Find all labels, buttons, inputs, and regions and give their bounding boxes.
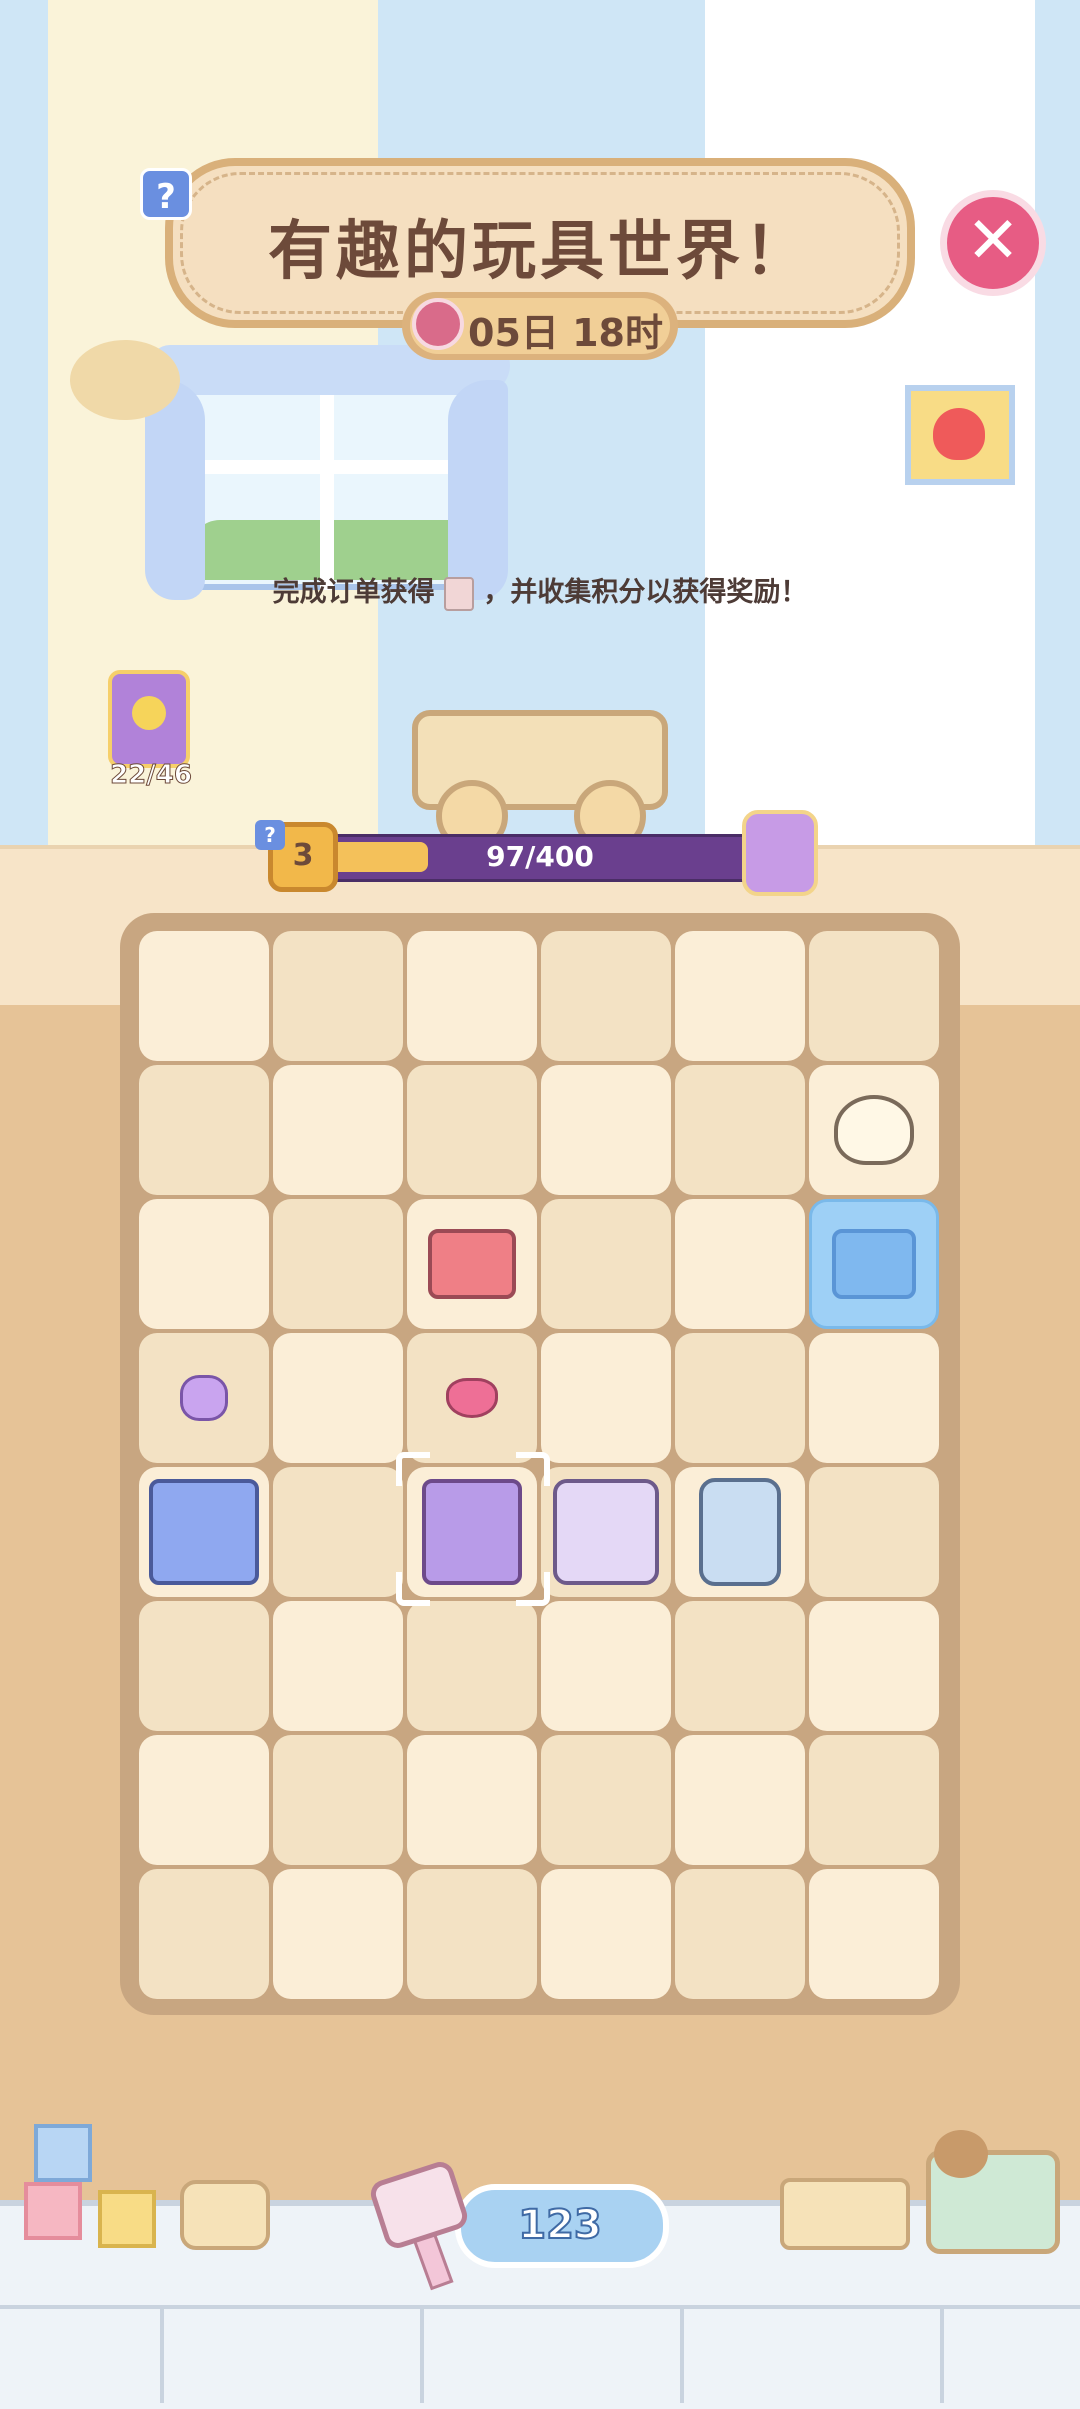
board-cell[interactable]	[273, 1467, 403, 1597]
points-progress-text: 97/400	[486, 840, 594, 873]
apple-icon	[933, 408, 985, 460]
help-button[interactable]: ?	[140, 168, 192, 220]
board-cell[interactable]	[273, 1601, 403, 1731]
board-cell[interactable]	[273, 1199, 403, 1329]
board-cell[interactable]	[675, 1065, 805, 1195]
selection-corner	[516, 1452, 550, 1486]
tile-line	[940, 2305, 944, 2403]
board-cell[interactable]	[273, 1869, 403, 1999]
hammer-currency-count: 123	[517, 2201, 603, 2249]
board-cell[interactable]	[675, 1199, 805, 1329]
tile-line	[420, 2305, 424, 2403]
board-cell[interactable]	[273, 1333, 403, 1463]
selection-corner	[516, 1572, 550, 1606]
selection-corner	[396, 1572, 430, 1606]
toy-block-a-icon	[24, 2182, 82, 2240]
close-button[interactable]: ✕	[940, 190, 1046, 296]
instruction-text-end: ，并收集积分以获得奖励！	[483, 577, 808, 608]
board-cell[interactable]	[809, 931, 939, 1061]
board-cell[interactable]	[139, 1735, 269, 1865]
toy-robot-icon[interactable]	[699, 1478, 781, 1586]
board-cell[interactable]	[675, 1601, 805, 1731]
board-cell[interactable]	[809, 1869, 939, 1999]
shape-sorter-cube-icon[interactable]	[553, 1479, 659, 1585]
tile-line	[160, 2305, 164, 2403]
board-cell[interactable]	[407, 1601, 537, 1731]
board-cell[interactable]	[139, 1199, 269, 1329]
board-cell[interactable]	[809, 1467, 939, 1597]
board-cell[interactable]	[809, 1601, 939, 1731]
selection-corner	[396, 1452, 430, 1486]
board-cell[interactable]	[407, 931, 537, 1061]
board-cell[interactable]	[541, 931, 671, 1061]
hammer-icon	[444, 576, 474, 611]
board-cell[interactable]	[273, 1065, 403, 1195]
curtain-right	[448, 380, 508, 600]
instruction-text: 完成订单获得 ，并收集积分以获得奖励！	[0, 570, 1080, 611]
board-cell[interactable]	[809, 1735, 939, 1865]
board-cell[interactable]	[273, 931, 403, 1061]
board-cell[interactable]	[407, 1065, 537, 1195]
clock-icon	[412, 298, 464, 350]
album-count: 22/46	[110, 760, 193, 791]
board-cell[interactable]	[541, 1869, 671, 1999]
toy-block-b-icon	[98, 2190, 156, 2248]
board-cell[interactable]	[675, 1333, 805, 1463]
star-icon	[132, 696, 166, 730]
tile-line	[680, 2305, 684, 2403]
gift-reward-icon[interactable]	[742, 810, 818, 896]
board-cell[interactable]	[541, 1199, 671, 1329]
board-cell[interactable]	[809, 1333, 939, 1463]
pink-gem-icon[interactable]	[446, 1378, 498, 1418]
toy-truck-icon	[780, 2178, 910, 2250]
selection-frame	[396, 1452, 550, 1606]
event-timer: 05日 18时	[468, 311, 663, 355]
red-lego-brick-icon[interactable]	[428, 1229, 516, 1299]
board-cell[interactable]	[139, 1869, 269, 1999]
ceiling-fan-icon	[70, 340, 180, 420]
board-cell[interactable]	[407, 1735, 537, 1865]
board-cell[interactable]	[541, 1065, 671, 1195]
toy-block-z-icon	[34, 2124, 92, 2182]
board-cell[interactable]	[541, 1735, 671, 1865]
board-cell[interactable]	[675, 1735, 805, 1865]
instruction-text-start: 完成订单获得	[272, 577, 435, 608]
board-cell[interactable]	[139, 1065, 269, 1195]
board-cell[interactable]	[675, 931, 805, 1061]
lego-brick-stack-icon[interactable]	[149, 1479, 259, 1585]
board-cell[interactable]	[541, 1601, 671, 1731]
board-cell[interactable]	[407, 1869, 537, 1999]
teddy-bear-icon	[934, 2130, 988, 2178]
event-title: 有趣的玩具世界！	[268, 215, 812, 289]
board-cell[interactable]	[139, 931, 269, 1061]
rubber-duck-icon[interactable]	[834, 1095, 914, 1165]
board-cell[interactable]	[139, 1601, 269, 1731]
board-cell[interactable]	[273, 1735, 403, 1865]
board-cell[interactable]	[541, 1333, 671, 1463]
toy-train-icon	[180, 2180, 270, 2250]
board-cell[interactable]	[675, 1869, 805, 1999]
purple-gem-icon[interactable]	[180, 1375, 228, 1421]
level-help-button[interactable]: ?	[255, 820, 285, 850]
frozen-cart-icon[interactable]	[832, 1229, 916, 1299]
